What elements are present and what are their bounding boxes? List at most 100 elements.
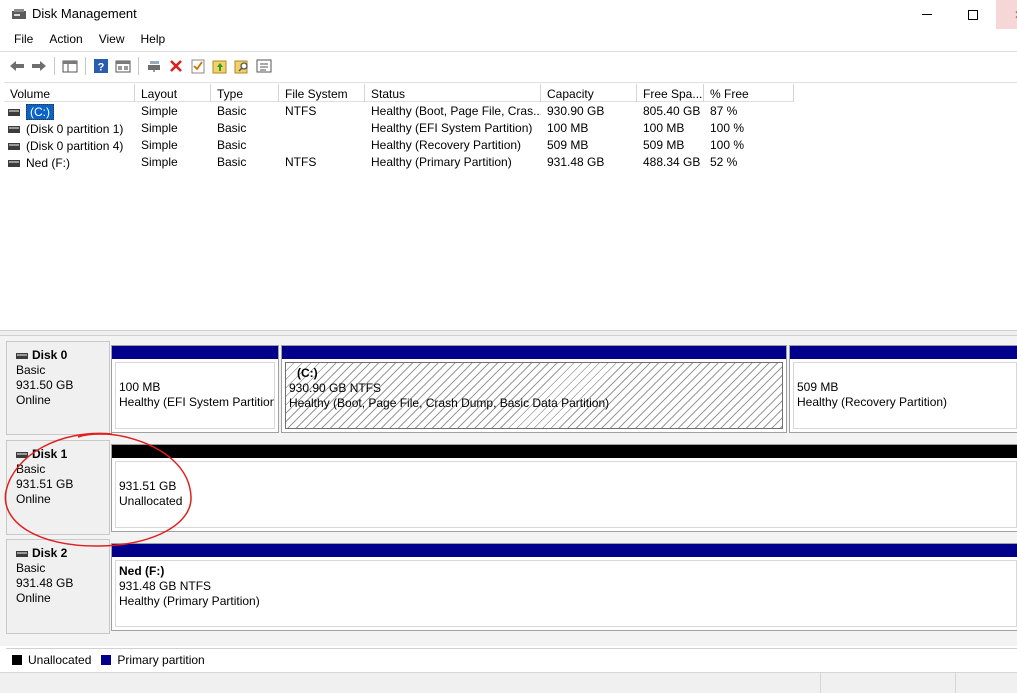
show-hide-console-tree-button[interactable]: [59, 55, 81, 77]
disk-row-disk-2: Disk 2 Basic 931.48 GB Online Ned (F:) 9…: [6, 539, 1017, 634]
volume-drive-icon: [8, 159, 20, 167]
type-cell: Basic: [217, 138, 247, 152]
partition-body: 509 MB Healthy (Recovery Partition): [793, 362, 1017, 429]
capacity-cell: 931.48 GB: [547, 155, 605, 169]
partition-unallocated[interactable]: 931.51 GB Unallocated: [111, 444, 1017, 532]
file-system-cell: NTFS: [285, 155, 317, 169]
column-header-free-space[interactable]: Free Spa...: [637, 84, 704, 102]
disk-label[interactable]: Disk 0 Basic 931.50 GB Online: [6, 341, 110, 435]
percent-free-cell: 52 %: [710, 155, 738, 169]
free-space-cell: 100 MB: [643, 121, 685, 135]
forward-arrow-icon: [32, 60, 46, 71]
column-header-volume[interactable]: Volume: [4, 84, 135, 102]
free-space-cell: 488.34 GB: [643, 155, 701, 169]
table-row[interactable]: Ned (F:) Simple Basic NTFS Healthy (Prim…: [4, 154, 794, 171]
folder-up-icon: [212, 60, 227, 73]
disk-name-text: Disk 0: [32, 348, 68, 362]
back-arrow-icon: [10, 60, 24, 71]
volume-cell: (Disk 0 partition 4): [4, 137, 135, 154]
partition-body: Ned (F:) 931.48 GB NTFS Healthy (Primary…: [115, 560, 1017, 627]
menu-file[interactable]: File: [6, 29, 41, 50]
layout-cell: Simple: [141, 104, 178, 118]
disk-name: Disk 2: [16, 546, 109, 561]
disk-state: Online: [16, 393, 51, 407]
disk-label[interactable]: Disk 2 Basic 931.48 GB Online: [6, 539, 110, 634]
column-header-layout[interactable]: Layout: [135, 84, 211, 102]
column-header-type[interactable]: Type: [211, 84, 279, 102]
percent-free-cell: 100 %: [710, 121, 745, 135]
volume-cell: (Disk 0 partition 1): [4, 120, 135, 137]
delete-button[interactable]: [165, 55, 187, 77]
disk-icon: [16, 451, 28, 458]
back-button[interactable]: [6, 55, 28, 77]
minimize-button[interactable]: [904, 0, 950, 29]
volume-name: (C:): [26, 104, 54, 120]
disk-row-disk-1: Disk 1 Basic 931.51 GB Online 931.51 GB …: [6, 440, 1017, 535]
volume-list: Volume Layout Type File System Status Ca…: [4, 82, 1017, 330]
partition-volume-name: Ned (F:): [119, 564, 165, 578]
table-row[interactable]: (Disk 0 partition 1) Simple Basic Health…: [4, 120, 794, 137]
graphical-disk-view: Disk 0 Basic 931.50 GB Online 100 MB Hea…: [0, 336, 1017, 646]
search-folder-icon: [234, 60, 248, 73]
column-header-status[interactable]: Status: [365, 84, 541, 102]
console-tree-icon: [62, 60, 78, 72]
menu-action[interactable]: Action: [41, 29, 90, 50]
close-button[interactable]: ✕: [996, 0, 1017, 29]
toolbar-separator: [138, 56, 139, 75]
partition-c-drive[interactable]: (C:) 930.90 GB NTFS Healthy (Boot, Page …: [281, 345, 787, 433]
connect-drive-button[interactable]: [143, 55, 165, 77]
percent-free-cell: 100 %: [710, 138, 745, 152]
volume-name: Ned (F:): [26, 156, 71, 170]
disk-name: Disk 0: [16, 348, 109, 363]
column-header-percent-free[interactable]: % Free: [704, 84, 794, 102]
disk-label[interactable]: Disk 1 Basic 931.51 GB Online: [6, 440, 110, 535]
partition-recovery[interactable]: 509 MB Healthy (Recovery Partition): [789, 345, 1017, 433]
menu-view[interactable]: View: [91, 29, 133, 50]
check-properties-button[interactable]: [187, 55, 209, 77]
maximize-button[interactable]: [950, 0, 996, 29]
column-header-file-system[interactable]: File System: [279, 84, 365, 102]
list-view-button[interactable]: [253, 55, 275, 77]
disk-type: Basic: [16, 462, 46, 476]
disk-size: 931.51 GB: [16, 477, 74, 491]
search-folder-button[interactable]: [231, 55, 253, 77]
properties-pane-button[interactable]: [112, 55, 134, 77]
maximize-icon: [968, 9, 978, 20]
partition-size: 100 MB: [119, 380, 161, 394]
file-system-cell: [279, 137, 365, 154]
volume-name: (Disk 0 partition 4): [26, 139, 124, 153]
help-button[interactable]: ?: [90, 55, 112, 77]
disk-state: Online: [16, 492, 51, 506]
free-space-cell: 805.40 GB: [643, 104, 701, 118]
primary-partition-bar: [112, 346, 278, 359]
status-cell: Healthy (Primary Partition): [371, 155, 512, 169]
folder-up-button[interactable]: [209, 55, 231, 77]
check-icon: [191, 59, 205, 73]
help-icon: ?: [94, 58, 108, 73]
capacity-cell: 509 MB: [547, 138, 589, 152]
volume-drive-icon: [8, 125, 20, 133]
status-bar-segment: [820, 673, 955, 693]
partition-ned-f-drive[interactable]: Ned (F:) 931.48 GB NTFS Healthy (Primary…: [111, 543, 1017, 631]
partition-volume-name: (C:): [297, 366, 318, 380]
partition-body: 100 MB Healthy (EFI System Partition): [115, 362, 275, 429]
menu-help[interactable]: Help: [133, 29, 174, 50]
svg-text:?: ?: [98, 61, 105, 73]
legend-swatch-unallocated: [12, 654, 22, 665]
free-space-cell: 509 MB: [643, 138, 685, 152]
capacity-cell: 930.90 GB: [547, 104, 605, 118]
menu-bar: File Action View Help: [0, 29, 1017, 50]
toolbar-separator: [85, 56, 86, 75]
column-header-capacity[interactable]: Capacity: [541, 84, 637, 102]
minimize-icon: [922, 14, 932, 15]
delete-icon: [170, 59, 182, 72]
partition-efi-system[interactable]: 100 MB Healthy (EFI System Partition): [111, 345, 279, 433]
partition-status: Healthy (Boot, Page File, Crash Dump, Ba…: [289, 396, 610, 410]
table-row[interactable]: (Disk 0 partition 4) Simple Basic Health…: [4, 137, 794, 154]
capacity-cell: 100 MB: [547, 121, 589, 135]
table-row[interactable]: (C:) Simple Basic NTFS Healthy (Boot, Pa…: [4, 103, 794, 120]
forward-button[interactable]: [28, 55, 50, 77]
file-system-cell: [279, 120, 365, 137]
properties-pane-icon: [115, 60, 131, 72]
partition-body-selected: (C:) 930.90 GB NTFS Healthy (Boot, Page …: [285, 362, 783, 429]
